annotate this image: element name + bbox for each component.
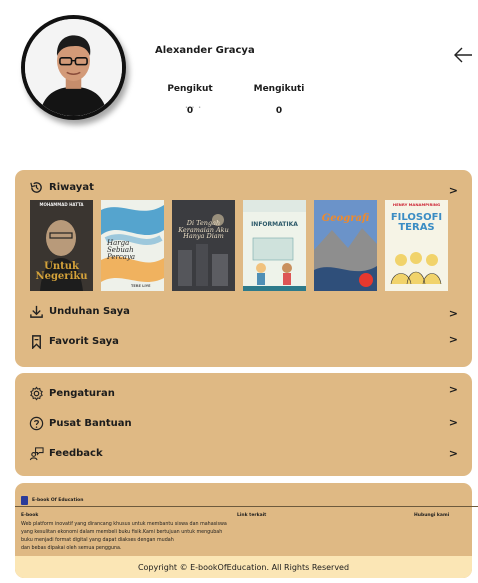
help-row[interactable]: Pusat Bantuan > [28, 414, 458, 432]
settings-row[interactable]: Pengaturan > [28, 383, 458, 402]
avatar-photo [25, 19, 122, 116]
book-cover[interactable]: Di Tengah Keramaian Aku Hanya Diam [172, 200, 235, 291]
download-icon [28, 303, 44, 319]
copyright-bar: Copyright © E-bookOfEducation. All Right… [15, 556, 472, 578]
book-title: INFORMATIKA [251, 221, 298, 228]
loading-dots: • • • [185, 105, 203, 111]
book-title: Geografi [321, 213, 370, 224]
settings-label: Pengaturan [49, 387, 115, 399]
settings-card: Pengaturan > Pusat Bantuan > Feedback > [15, 373, 472, 476]
footer-col-ebook: E-book [21, 513, 39, 518]
footer-col-links[interactable]: Link terkait [237, 513, 266, 518]
book-title: Untuk Negeriku [35, 261, 88, 282]
book-author: MOHAMMAD HATTA [39, 202, 84, 207]
feedback-icon [28, 445, 44, 461]
downloads-chevron[interactable]: > [449, 307, 458, 320]
footer-description-line: dan bebas dipakai oleh semua pengguna. [21, 546, 122, 551]
history-chevron[interactable]: > [449, 184, 458, 197]
avatar[interactable] [25, 19, 122, 116]
book-title: Di Tengah Keramaian Aku Hanya Diam [178, 219, 229, 240]
following-stat[interactable]: Mengikuti 0 [252, 84, 306, 116]
help-label: Pusat Bantuan [49, 417, 132, 429]
favorites-row[interactable]: Favorit Saya > [28, 332, 458, 350]
book-logo-icon [21, 496, 28, 505]
followers-stat[interactable]: Pengikut 0 [166, 84, 214, 116]
history-title: Riwayat [49, 181, 94, 193]
following-count: 0 [275, 106, 283, 116]
book-cover[interactable]: HENRY MANAMPIRING FILOSOFI TERAS [385, 200, 448, 291]
avatar-frame[interactable] [21, 15, 126, 120]
footer-col-contact[interactable]: Hubungi kami [414, 513, 449, 518]
favorites-chevron[interactable]: > [449, 333, 458, 346]
footer-card: E-book Of Education E-book Link terkait … [15, 483, 478, 578]
feedback-label: Feedback [49, 447, 103, 459]
help-circle-icon [28, 415, 44, 431]
history-books: MOHAMMAD HATTA Untuk Negeriku Harga Sebu… [30, 200, 448, 291]
book-cover[interactable]: MOHAMMAD HATTA Untuk Negeriku [30, 200, 93, 291]
feedback-row[interactable]: Feedback > [28, 444, 458, 462]
back-button[interactable] [453, 46, 473, 64]
book-author: HENRY MANAMPIRING [392, 202, 441, 207]
history-header[interactable]: Riwayat > [28, 178, 458, 197]
favorites-label: Favorit Saya [49, 335, 119, 347]
help-chevron[interactable]: > [449, 416, 458, 429]
footer-divider [15, 506, 478, 507]
arrow-left-icon [454, 47, 472, 63]
footer-description-line: yang kesulitan ekonomi dalam membeli buk… [21, 530, 223, 535]
footer-description: Web platform inovatif yang dirancang khu… [21, 521, 236, 553]
settings-chevron[interactable]: > [449, 383, 458, 396]
book-title: Harga Sebuah Percaya [107, 239, 136, 261]
feedback-chevron[interactable]: > [449, 447, 458, 460]
downloads-row[interactable]: Unduhan Saya > [28, 302, 458, 320]
followers-label: Pengikut [167, 84, 213, 94]
history-card: Riwayat > MOHAMMAD HATTA Untuk Negeriku … [15, 170, 472, 367]
book-title: FILOSOFI TERAS [390, 212, 443, 233]
profile-name: Alexander Gracya [155, 45, 255, 56]
book-author: TERE LIYE [131, 283, 151, 288]
bookmark-icon [28, 333, 44, 349]
book-cover[interactable]: Geografi [314, 200, 377, 291]
book-art [172, 200, 235, 291]
footer-brand-name: E-book Of Education [32, 498, 84, 503]
book-cover[interactable]: Harga Sebuah Percaya TERE LIYE [101, 200, 164, 291]
footer-brand[interactable]: E-book Of Education [21, 496, 83, 505]
downloads-label: Unduhan Saya [49, 305, 130, 317]
book-art [243, 200, 306, 291]
footer-description-line: buku menjadi format digital yang dapat d… [21, 538, 174, 543]
history-icon [28, 179, 44, 195]
gear-icon [28, 385, 44, 401]
footer-description-line: Web platform inovatif yang dirancang khu… [21, 522, 227, 527]
following-label: Mengikuti [253, 84, 305, 94]
book-cover[interactable]: INFORMATIKA [243, 200, 306, 291]
copyright-text: Copyright © E-bookOfEducation. All Right… [137, 562, 350, 572]
